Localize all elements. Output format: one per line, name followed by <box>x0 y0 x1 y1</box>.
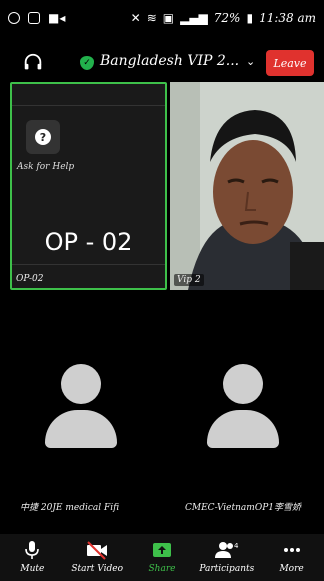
question-icon: ? <box>35 129 51 145</box>
meeting-title[interactable]: Bangladesh VIP 2... <box>100 53 239 69</box>
participant-name: 中捷 20JE medical Fifi <box>20 503 120 513</box>
battery-percent: 72% <box>213 11 241 25</box>
video-tile-participant-4[interactable]: CMEC-VietnamOP1李雪娇 <box>162 292 324 532</box>
avatar-placeholder-icon <box>45 364 117 448</box>
share-label: Share <box>148 564 176 574</box>
participant-name-tag: OP-02 <box>16 274 44 284</box>
tile-top-bar <box>12 84 165 106</box>
whatsapp-icon <box>8 12 20 24</box>
video-tile-participant-3[interactable]: 中捷 20JE medical Fifi <box>0 292 162 532</box>
more-dots-icon <box>282 540 302 560</box>
status-bar: ■◂ ✕ ≋ ▣ ▂▄▆ 72% ▮ 11:38 am <box>0 0 324 36</box>
signal-icon: ▂▄▆ <box>180 11 208 25</box>
meeting-toolbar: Mute Start Video Share 4 Participants Mo… <box>0 534 324 581</box>
leave-button[interactable]: Leave <box>266 50 314 76</box>
participant-name-tag: Vip 2 <box>174 274 204 286</box>
headset-icon[interactable] <box>22 52 44 74</box>
start-video-button[interactable]: Start Video <box>65 534 130 581</box>
share-screen-icon <box>151 540 173 560</box>
battery-icon: ▮ <box>246 11 254 25</box>
participant-name: CMEC-VietnamOP1李雪娇 <box>185 503 301 513</box>
meeting-header: ✓ Bangladesh VIP 2... ⌄ Leave <box>0 46 324 80</box>
mute-label: Mute <box>20 564 45 574</box>
mute-notifications-icon: ✕ <box>130 11 141 25</box>
system-icons: ✕ ≋ ▣ ▂▄▆ 72% ▮ 11:38 am <box>131 11 316 25</box>
video-tile-vip-2[interactable]: Vip 2 <box>170 82 324 290</box>
more-label: More <box>279 564 304 574</box>
participants-count: 4 <box>234 542 239 550</box>
sim-icon: ▣ <box>162 11 175 25</box>
participants-icon: 4 <box>214 540 240 560</box>
clock: 11:38 am <box>259 11 316 25</box>
notification-icons: ■◂ <box>8 11 65 25</box>
mute-button[interactable]: Mute <box>0 534 65 581</box>
avatar-placeholder-icon <box>207 364 279 448</box>
video-off-icon <box>85 540 109 560</box>
video-call-icon: ■◂ <box>48 11 66 25</box>
participants-label: Participants <box>199 564 255 574</box>
message-icon <box>28 12 40 24</box>
video-tile-op-02[interactable]: ? Ask for Help OP - 02 OP-02 <box>10 82 167 290</box>
participants-button[interactable]: 4 Participants <box>194 534 259 581</box>
ask-for-help-button[interactable]: ? <box>26 120 60 154</box>
share-button[interactable]: Share <box>130 534 195 581</box>
participant-display-name: OP - 02 <box>44 228 133 256</box>
microphone-icon <box>24 540 40 560</box>
wifi-icon: ≋ <box>146 11 157 25</box>
more-button[interactable]: More <box>259 534 324 581</box>
secure-shield-icon[interactable]: ✓ <box>80 56 94 70</box>
start-video-label: Start Video <box>71 564 124 574</box>
ask-for-help-label: Ask for Help <box>17 162 75 172</box>
chevron-down-icon[interactable]: ⌄ <box>246 55 255 68</box>
camera-feed-image <box>170 82 324 290</box>
